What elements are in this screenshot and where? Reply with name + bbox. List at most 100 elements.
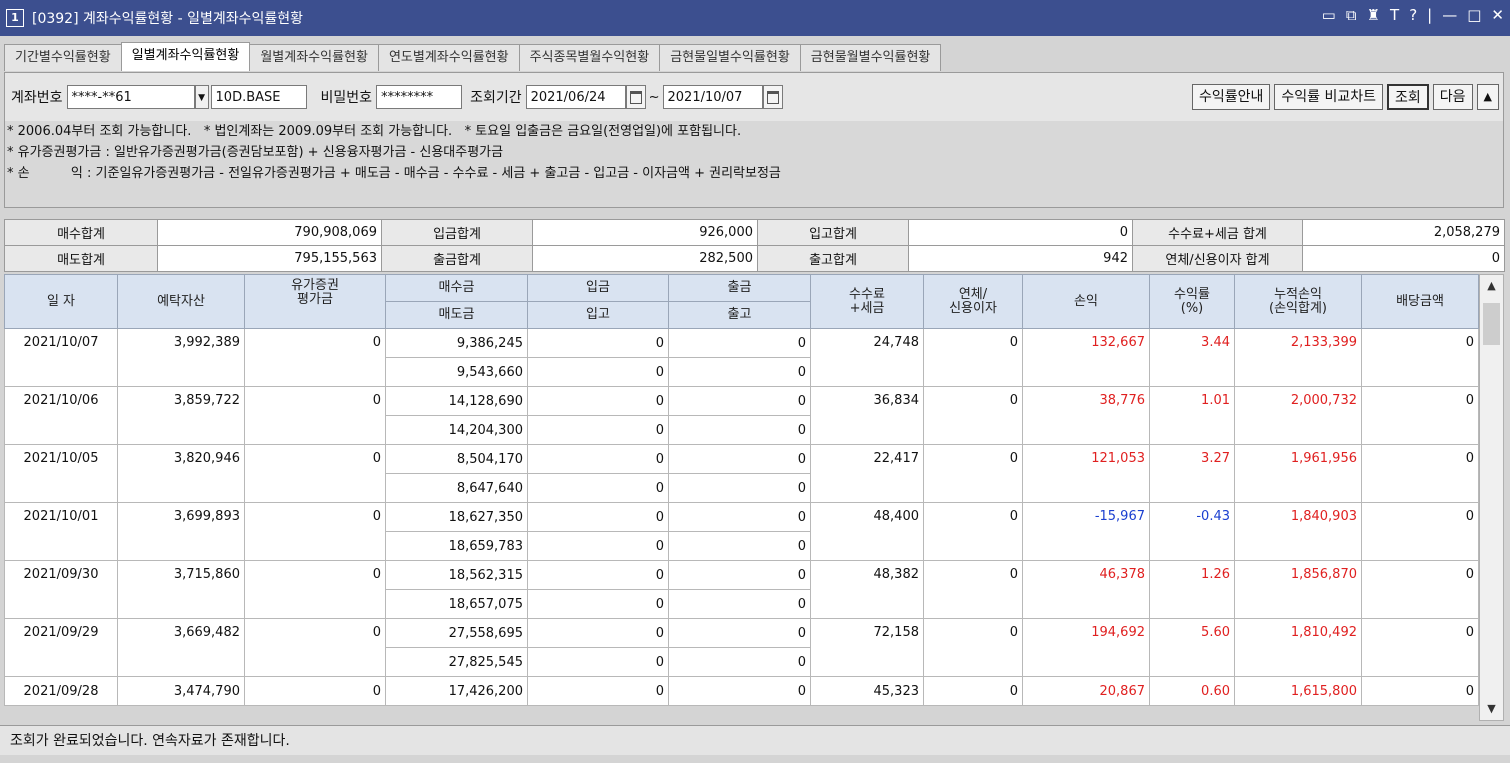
tab-stock-monthly-profit[interactable]: 주식종목별월수익현황 xyxy=(518,44,661,71)
col-header-buy[interactable]: 매수금 xyxy=(385,274,528,302)
collapse-button[interactable]: ▲ xyxy=(1476,84,1499,110)
cell-rate: 3.27 xyxy=(1149,444,1235,503)
minimize-icon[interactable]: — xyxy=(1442,6,1457,24)
summary-value: 2,058,279 xyxy=(1302,219,1505,246)
return-guide-button[interactable]: 수익률안내 xyxy=(1191,84,1271,110)
scroll-up-icon[interactable]: ▲ xyxy=(1480,275,1503,297)
cell-cumulative: 1,615,800 xyxy=(1234,676,1362,706)
cell-sell: 18,657,075 xyxy=(385,589,528,619)
col-header-in-money[interactable]: 입금 xyxy=(527,274,669,302)
font-icon[interactable]: T xyxy=(1390,6,1399,24)
cell-interest: 0 xyxy=(923,386,1023,445)
date-from-field[interactable]: 2021/06/24 xyxy=(525,85,626,109)
summary-table: 매수합계 790,908,069 입금합계 926,000 입고합계 0 수수료… xyxy=(4,219,1505,272)
cell-profit: 121,053 xyxy=(1022,444,1150,503)
col-header-deposit[interactable]: 예탁자산 xyxy=(117,274,245,329)
summary-label: 수수료+세금 합계 xyxy=(1132,219,1303,246)
cell-deposit: 3,715,860 xyxy=(117,560,245,619)
vertical-scrollbar[interactable]: ▲ ▼ xyxy=(1479,274,1504,721)
help-icon[interactable]: ? xyxy=(1409,6,1417,24)
tab-gold-monthly-return[interactable]: 금현물월별수익률현황 xyxy=(799,44,942,71)
cell-dividend: 0 xyxy=(1361,328,1479,387)
cell-cumulative: 2,000,732 xyxy=(1234,386,1362,445)
table-row[interactable]: 2021/09/28 3,474,790 0 17,426,200 0 0 45,323 0 2… xyxy=(4,676,1479,706)
col-header-sell[interactable]: 매도금 xyxy=(385,301,528,329)
table-row[interactable]: 2021/10/05 3,820,946 0 8,504,170 0 0 22,417 0 12… xyxy=(4,444,1479,503)
date-to-field[interactable]: 2021/10/07 xyxy=(662,85,763,109)
table-row[interactable]: 2021/10/01 3,699,893 0 18,627,350 0 0 48,400 0-… xyxy=(4,502,1479,561)
copy-icon[interactable]: ⧉ xyxy=(1346,6,1357,24)
cell-interest: 0 xyxy=(923,618,1023,677)
tab-gold-daily-return[interactable]: 금현물일별수익률현황 xyxy=(659,44,801,71)
account-number-field[interactable]: ****-**61 xyxy=(66,85,195,109)
password-field[interactable]: ******** xyxy=(376,85,463,109)
cell-fee: 72,158 xyxy=(810,618,924,677)
account-dropdown-icon[interactable]: ▼ xyxy=(194,85,209,109)
query-button[interactable]: 조회 xyxy=(1387,84,1429,110)
tab-daily-account-return[interactable]: 일별계좌수익률현황 xyxy=(120,42,251,71)
query-toolbar: 계좌번호 ****-**61 ▼ 10D.BASE 비밀번호 ******** … xyxy=(4,72,1504,122)
pin-icon[interactable]: ♜ xyxy=(1367,6,1380,24)
cell-securities: 0 xyxy=(244,502,386,561)
summary-value: 790,908,069 xyxy=(157,219,382,246)
cell-interest: 0 xyxy=(923,328,1023,387)
col-header-out-money[interactable]: 출금 xyxy=(668,274,811,302)
restore-icon[interactable]: ▭ xyxy=(1322,6,1336,24)
cell-sell: 27,825,545 xyxy=(385,647,528,677)
scroll-down-icon[interactable]: ▼ xyxy=(1480,698,1503,720)
note-line: * 유가증권평가금 : 일반유가증권평가금(증권담보포함) + 신용융자평가금 … xyxy=(7,145,504,160)
next-button[interactable]: 다음 xyxy=(1432,84,1473,110)
col-header-fee[interactable]: 수수료 +세금 xyxy=(810,274,924,329)
calendar-from-icon[interactable] xyxy=(625,85,646,109)
tab-period-return[interactable]: 기간별수익률현황 xyxy=(4,44,122,71)
table-row[interactable]: 2021/10/06 3,859,722 0 14,128,690 0 0 36,834 0 3… xyxy=(4,386,1479,445)
summary-value: 282,500 xyxy=(532,245,758,272)
cell-out-money: 0 xyxy=(668,502,811,532)
cell-dividend: 0 xyxy=(1361,444,1479,503)
summary-label: 출고합계 xyxy=(757,245,909,272)
cell-in-money: 0 xyxy=(527,618,669,648)
cell-buy: 8,504,170 xyxy=(385,444,528,474)
col-header-dividend[interactable]: 배당금액 xyxy=(1361,274,1479,329)
cell-dividend: 0 xyxy=(1361,618,1479,677)
col-header-securities[interactable]: 유가증권 평가금 xyxy=(244,274,386,329)
col-header-interest[interactable]: 연체/ 신용이자 xyxy=(923,274,1023,329)
cell-out-money: 0 xyxy=(668,386,811,416)
tab-monthly-account-return[interactable]: 월별계좌수익률현황 xyxy=(249,44,379,71)
close-icon[interactable]: ✕ xyxy=(1491,6,1504,24)
col-header-profit[interactable]: 손익 xyxy=(1022,274,1150,329)
tab-yearly-account-return[interactable]: 연도별계좌수익률현황 xyxy=(377,44,520,71)
cell-in-stock: 0 xyxy=(527,357,669,387)
cell-securities: 0 xyxy=(244,386,386,445)
scroll-thumb[interactable] xyxy=(1483,303,1500,345)
summary-value: 0 xyxy=(908,219,1133,246)
return-chart-button[interactable]: 수익률 비교차트 xyxy=(1274,84,1383,110)
col-header-rate[interactable]: 수익률 (%) xyxy=(1149,274,1235,329)
summary-value: 926,000 xyxy=(532,219,758,246)
cell-out-stock: 0 xyxy=(668,473,811,503)
col-header-out-stock[interactable]: 출고 xyxy=(668,301,811,329)
title-bar[interactable]: 1 [0392] 계좌수익률현황 - 일별계좌수익률현황 ▭ ⧉ ♜ T ? |… xyxy=(0,0,1510,36)
col-header-cumulative[interactable]: 누적손익 (손익합계) xyxy=(1234,274,1362,329)
cell-in-money: 0 xyxy=(527,386,669,416)
table-row[interactable]: 2021/09/29 3,669,482 0 27,558,695 0 0 72,158 0 1… xyxy=(4,618,1479,677)
cell-in-money: 0 xyxy=(527,502,669,532)
cell-rate: 1.26 xyxy=(1149,560,1235,619)
maximize-icon[interactable]: □ xyxy=(1467,6,1481,24)
cell-profit: 194,692 xyxy=(1022,618,1150,677)
calendar-to-icon[interactable] xyxy=(762,85,783,109)
cell-sell: 8,647,640 xyxy=(385,473,528,503)
cell-deposit: 3,699,893 xyxy=(117,502,245,561)
cell-date: 2021/09/29 xyxy=(4,618,118,677)
cell-buy: 27,558,695 xyxy=(385,618,528,648)
cell-sell: 14,204,300 xyxy=(385,415,528,445)
window-number-badge: 1 xyxy=(6,9,24,27)
col-header-in-stock[interactable]: 입고 xyxy=(527,301,669,329)
col-header-date[interactable]: 일 자 xyxy=(4,274,118,329)
table-row[interactable]: 2021/09/30 3,715,860 0 18,562,315 0 0 48,382 0 4… xyxy=(4,560,1479,619)
cell-out-stock: 0 xyxy=(668,415,811,445)
daily-return-grid[interactable]: 일 자 예탁자산 유가증권 평가금 매수금 입금 출금 수수료 +세금 연체/ … xyxy=(4,274,1479,706)
table-row[interactable]: 2021/10/07 3,992,389 0 9,386,245 0 0 24,748 0 13… xyxy=(4,328,1479,387)
cell-buy: 14,128,690 xyxy=(385,386,528,416)
cell-cumulative: 2,133,399 xyxy=(1234,328,1362,387)
